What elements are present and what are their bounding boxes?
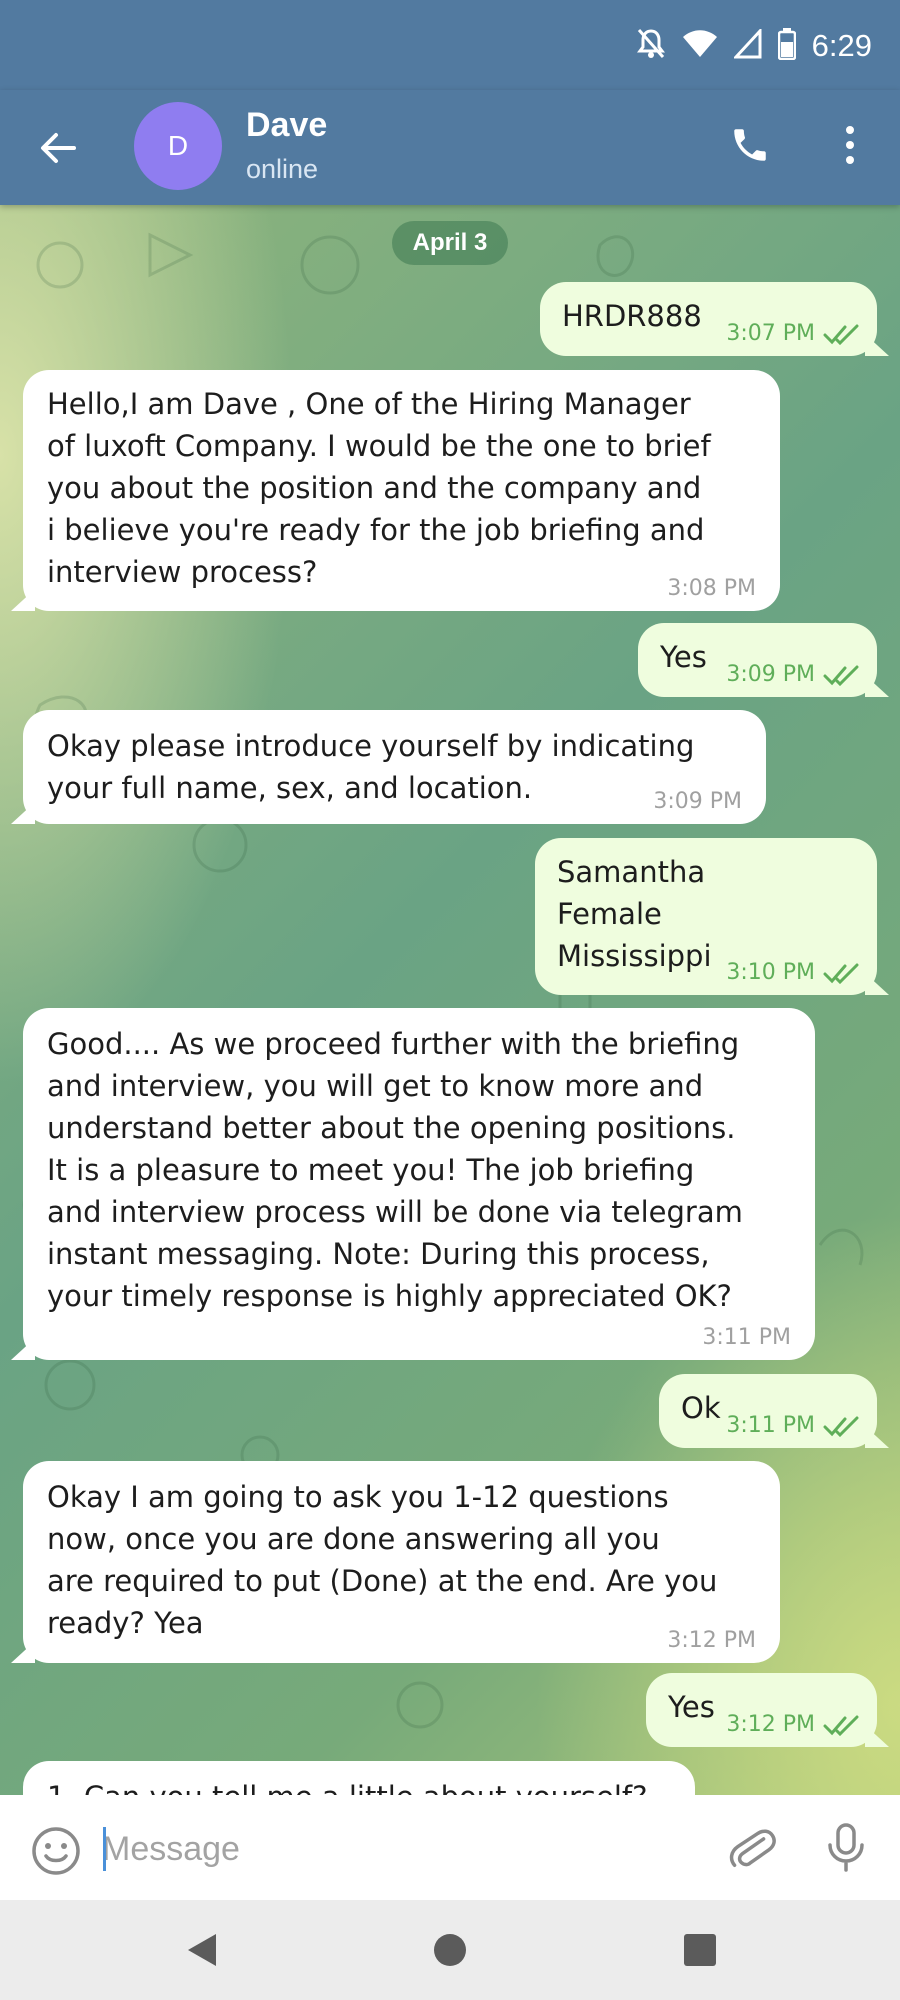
message-meta: 3:09 PM xyxy=(726,662,859,687)
message-outgoing[interactable]: Samantha Female Mississippi 3:10 PM xyxy=(535,838,877,995)
call-button[interactable] xyxy=(722,117,778,173)
chat-header: D Dave online xyxy=(0,90,900,205)
message-outgoing[interactable]: Yes 3:09 PM xyxy=(638,623,877,697)
message-time: 3:10 PM xyxy=(726,960,815,985)
status-icons: 6:29 xyxy=(636,22,872,70)
message-meta: 3:10 PM xyxy=(726,960,859,985)
message-meta: 3:11 PM xyxy=(726,1413,859,1438)
message-time: 3:09 PM xyxy=(726,662,815,687)
double-check-icon xyxy=(823,324,859,345)
emoji-button[interactable] xyxy=(28,1823,84,1879)
more-vertical-icon xyxy=(846,126,854,164)
phone-icon xyxy=(734,129,766,161)
nav-back-button[interactable] xyxy=(182,1930,222,1970)
message-text: 1. Can you tell me a little about yourse… xyxy=(47,1776,648,1795)
message-meta: 3:07 PM xyxy=(726,321,859,346)
system-nav-bar xyxy=(0,1900,900,2000)
double-check-icon xyxy=(823,963,859,984)
contact-status: online xyxy=(246,154,319,184)
contact-name[interactable]: Dave xyxy=(246,106,327,145)
circle-home-icon[interactable] xyxy=(434,1934,466,1966)
message-time: 3:12 PM xyxy=(726,1712,815,1737)
message-time: 3:08 PM xyxy=(667,576,756,601)
message-incoming[interactable]: Okay please introduce yourself by indica… xyxy=(23,710,766,824)
back-button[interactable] xyxy=(30,120,86,176)
message-outgoing[interactable]: Yes 3:12 PM xyxy=(646,1673,877,1747)
message-text: Okay I am going to ask you 1-12 question… xyxy=(47,1480,718,1640)
avatar-letter: D xyxy=(167,130,189,161)
signal-icon xyxy=(732,27,762,63)
message-time: 3:07 PM xyxy=(726,321,815,346)
voice-record-button[interactable] xyxy=(818,1819,874,1875)
status-bar: 6:29 xyxy=(0,0,900,90)
battery-icon xyxy=(777,28,796,64)
message-time: 3:11 PM xyxy=(702,1325,791,1350)
message-incoming[interactable]: Hello,I am Dave , One of the Hiring Mana… xyxy=(23,370,780,611)
message-time: 3:09 PM xyxy=(653,789,742,814)
message-outgoing[interactable]: HRDR888 3:07 PM xyxy=(540,282,877,356)
wifi-icon xyxy=(682,29,718,63)
message-text: Good.... As we proceed further with the … xyxy=(47,1027,743,1313)
arrow-left-icon xyxy=(41,133,76,163)
double-check-icon xyxy=(823,1715,859,1736)
microphone-icon xyxy=(828,1823,864,1872)
attach-button[interactable] xyxy=(724,1819,780,1875)
message-incoming[interactable]: 1. Can you tell me a little about yourse… xyxy=(23,1761,695,1795)
double-check-icon xyxy=(823,665,859,686)
paperclip-icon xyxy=(729,1829,776,1867)
more-menu-button[interactable] xyxy=(822,117,878,173)
message-time: 3:12 PM xyxy=(667,1628,756,1653)
message-time: 3:11 PM xyxy=(726,1413,815,1438)
date-chip: April 3 xyxy=(392,221,508,265)
message-meta: 3:12 PM xyxy=(726,1712,859,1737)
message-text: Okay please introduce yourself by indica… xyxy=(47,729,695,805)
status-time: 6:29 xyxy=(811,28,872,63)
double-check-icon xyxy=(823,1416,859,1437)
message-text: Samantha Female Mississippi xyxy=(557,855,712,973)
triangle-back-icon xyxy=(188,1934,216,1966)
message-text: HRDR888 xyxy=(562,299,702,333)
message-outgoing[interactable]: Ok 3:11 PM xyxy=(659,1374,877,1448)
message-incoming[interactable]: Okay I am going to ask you 1-12 question… xyxy=(23,1461,780,1663)
avatar[interactable]: D xyxy=(134,102,222,190)
square-recents-icon[interactable] xyxy=(684,1934,716,1966)
message-text: Yes xyxy=(660,640,707,674)
message-text: Hello,I am Dave , One of the Hiring Mana… xyxy=(47,387,711,589)
message-composer xyxy=(0,1795,900,1900)
message-text: Ok xyxy=(681,1391,721,1425)
smile-icon xyxy=(32,1827,80,1875)
mute-bell-icon xyxy=(636,27,666,65)
message-incoming[interactable]: Good.... As we proceed further with the … xyxy=(23,1008,815,1360)
text-caret xyxy=(103,1827,106,1871)
message-text: Yes xyxy=(668,1690,715,1724)
message-input[interactable] xyxy=(100,1817,704,1881)
chat-area[interactable]: April 3 HRDR888 3:07 PM Hello,I am Dave … xyxy=(0,205,900,1795)
